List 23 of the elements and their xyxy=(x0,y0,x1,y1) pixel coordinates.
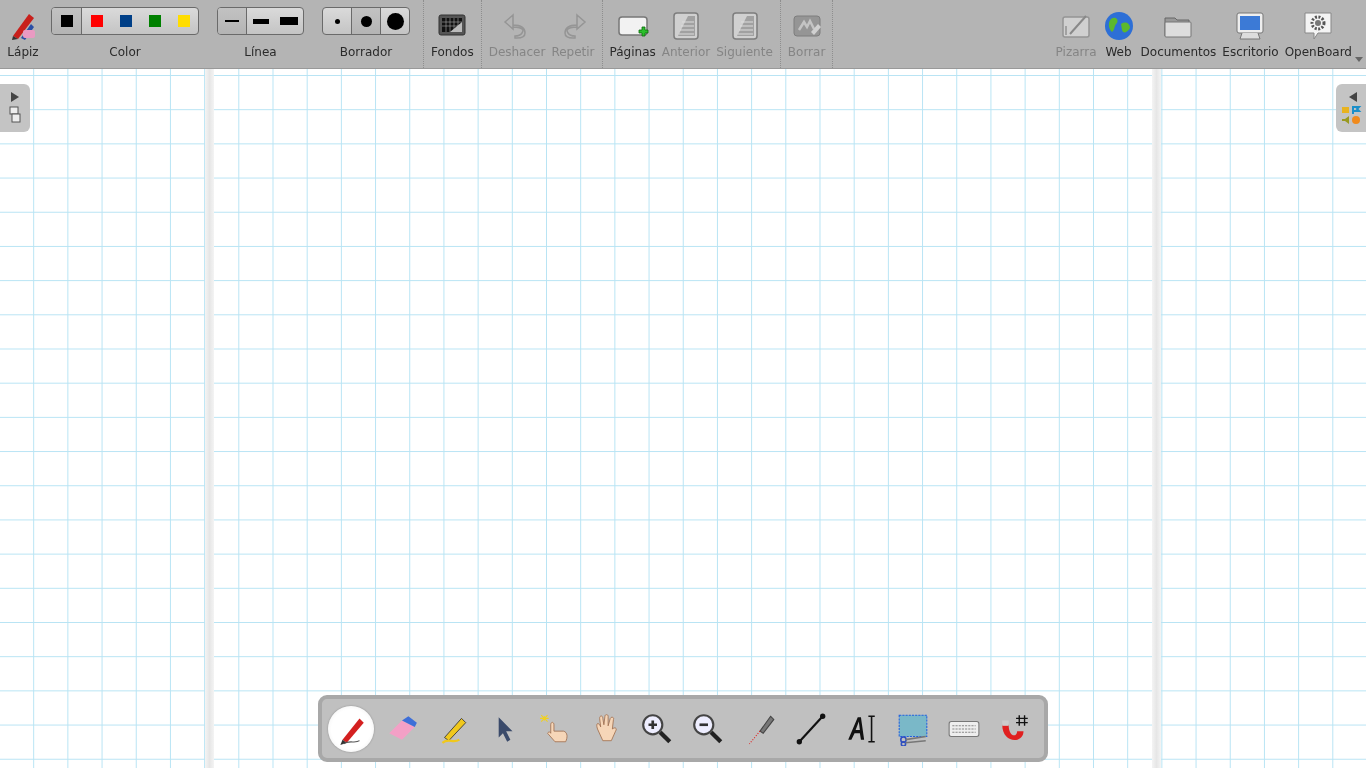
gear-icon xyxy=(1302,10,1335,42)
web-toolbar-button[interactable]: Web xyxy=(1099,0,1138,68)
eraser-size-option[interactable] xyxy=(351,8,380,34)
arrow-library-icon xyxy=(1340,90,1362,126)
globe-icon xyxy=(1102,10,1135,42)
eraser-group-label: Borrador xyxy=(339,45,393,59)
arrow-pages-icon xyxy=(8,90,22,126)
color-group-label: Color xyxy=(109,45,141,59)
desktop-toolbar-button[interactable]: Escritorio xyxy=(1219,0,1282,68)
line-group-label: Línea xyxy=(244,45,277,59)
library-panel-tab[interactable] xyxy=(1336,84,1366,132)
pen-toolbar-button[interactable]: Lápiz xyxy=(4,0,42,68)
page-icon xyxy=(670,10,702,42)
documents-toolbar-button[interactable]: Documentos xyxy=(1137,0,1220,68)
dropdown-caret-icon[interactable] xyxy=(1355,57,1363,62)
line-width-option[interactable] xyxy=(218,8,247,34)
background-toolbar-button[interactable]: Fondos xyxy=(428,0,477,68)
pen-tool-button[interactable] xyxy=(328,705,374,752)
monitor-icon xyxy=(1234,10,1267,42)
addpage-toolbar-button[interactable]: Páginas xyxy=(606,0,659,68)
app-toolbar-button[interactable]: OpenBoard xyxy=(1281,0,1355,68)
color-option[interactable] xyxy=(52,8,82,34)
pages-panel-tab[interactable] xyxy=(0,84,30,132)
